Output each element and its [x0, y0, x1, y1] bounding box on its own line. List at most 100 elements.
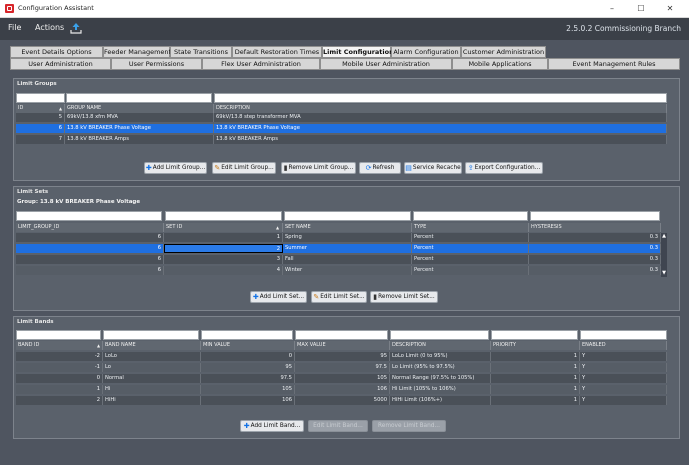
table-row[interactable]: 6 1 Spring Percent 0.3 [16, 233, 661, 242]
sort-asc-icon: ▲ [276, 225, 280, 230]
close-button[interactable]: ✕ [656, 0, 684, 17]
service-recache-button[interactable]: ▤Service Recache [404, 162, 462, 174]
col-enabled[interactable]: ENABLED [580, 341, 667, 350]
limit-sets-title: Limit Sets [17, 189, 49, 195]
filter-hysteresis[interactable] [530, 211, 660, 221]
scroll-up-icon[interactable]: ▲ [661, 233, 667, 239]
tab-state-transitions[interactable]: State Transitions [170, 46, 232, 58]
filter-type[interactable] [413, 211, 528, 221]
table-row[interactable]: -2 LoLo 0 95 LoLo Limit (0 to 95%) 1 Y [16, 352, 667, 361]
col-set-id[interactable]: SET ID [164, 223, 283, 232]
plus-icon: ✚ [243, 422, 250, 430]
filter-enabled[interactable] [580, 330, 667, 340]
col-set-name[interactable]: SET NAME [283, 223, 412, 232]
plus-icon: ✚ [252, 293, 259, 301]
table-row[interactable]: 2 HiHi 106 5000 HiHi Limit (106%+) 1 Y [16, 396, 667, 405]
col-id[interactable]: ID [16, 104, 65, 113]
add-limit-set-button[interactable]: ✚Add Limit Set... [250, 291, 307, 303]
tab-default-restoration-times[interactable]: Default Restoration Times [232, 46, 322, 58]
col-max-value[interactable]: MAX VALUE [295, 341, 390, 350]
table-row[interactable]: 6 3 Fall Percent 0.3 [16, 255, 661, 264]
tab-user-permissions[interactable]: User Permissions [111, 58, 202, 70]
table-row[interactable]: 6 13.8 kV BREAKER Phase Voltage 13.8 kV … [16, 124, 667, 133]
col-hysteresis[interactable]: HYSTERESIS [529, 223, 661, 232]
tab-mobile-user-administration[interactable]: Mobile User Administration [320, 58, 452, 70]
title-bar: Configuration Assistant – ☐ ✕ [0, 0, 689, 18]
table-row[interactable]: 7 13.8 kV BREAKER Amps 13.8 kV BREAKER A… [16, 135, 667, 144]
menu-file[interactable]: File [8, 23, 21, 32]
table-row[interactable]: 1 Hi 105 106 Hi Limit (105% to 106%) 1 Y [16, 385, 667, 394]
version-label: 2.5.0.2 Commissioning Branch [566, 24, 681, 33]
col-type[interactable]: TYPE [412, 223, 529, 232]
tab-mobile-applications[interactable]: Mobile Applications [452, 58, 548, 70]
scroll-down-icon[interactable]: ▼ [661, 270, 667, 276]
limit-groups-header: ID ▲ GROUP NAME DESCRIPTION [16, 104, 667, 113]
table-row[interactable]: 0 Normal 97.5 105 Normal Range (97.5% to… [16, 374, 667, 383]
pencil-icon: ✎ [214, 164, 221, 172]
vertical-scrollbar[interactable]: ▲ ▼ [661, 233, 667, 277]
menu-actions[interactable]: Actions [35, 23, 64, 32]
col-band-id[interactable]: BAND ID [16, 341, 103, 350]
minimize-button[interactable]: – [598, 0, 626, 17]
sort-asc-icon: ▲ [59, 106, 63, 111]
menu-bar: File Actions 2.5.0.2 Commissioning Branc… [0, 18, 689, 40]
maximize-button[interactable]: ☐ [627, 0, 655, 17]
trash-icon: ▮ [283, 164, 288, 172]
col-min-value[interactable]: MIN VALUE [201, 341, 295, 350]
add-limit-group-button[interactable]: ✚Add Limit Group... [144, 162, 207, 174]
server-icon: ▤ [405, 164, 412, 172]
col-priority[interactable]: PRIORITY [491, 341, 580, 350]
remove-limit-set-button[interactable]: ▮Remove Limit Set... [370, 291, 438, 303]
filter-id[interactable] [16, 93, 65, 103]
tab-customer-administration[interactable]: Customer Administration [461, 46, 546, 58]
trash-icon: ▮ [373, 293, 378, 301]
filter-group-name[interactable] [66, 93, 212, 103]
col-limit-group-id[interactable]: LIMIT_GROUP_ID [16, 223, 164, 232]
table-row[interactable]: 5 69kV/13.8 xfm MVA 69kV/13.8 step trans… [16, 113, 667, 122]
tab-event-details-options[interactable]: Event Details Options [10, 46, 103, 58]
tab-feeder-management[interactable]: Feeder Management [103, 46, 171, 58]
table-row[interactable]: -1 Lo 95 97.5 Lo Limit (95% to 97.5%) 1 … [16, 363, 667, 372]
filter-set-id[interactable] [165, 211, 282, 221]
limit-groups-title: Limit Groups [17, 81, 57, 87]
limit-sets-header: LIMIT_GROUP_ID SET ID ▲ SET NAME TYPE HY… [16, 223, 661, 232]
edit-limit-band-button[interactable]: Edit Limit Band... [308, 420, 368, 432]
col-band-name[interactable]: BAND NAME [103, 341, 201, 350]
remove-limit-band-button[interactable]: Remove Limit Band... [372, 420, 446, 432]
filter-priority[interactable] [491, 330, 578, 340]
edit-limit-group-button[interactable]: ✎Edit Limit Group... [212, 162, 276, 174]
limit-sets-group-label: Group: 13.8 kV BREAKER Phase Voltage [17, 199, 141, 205]
col-description[interactable]: DESCRIPTION [390, 341, 491, 350]
table-row[interactable]: 6 2 Summer Percent 0.3 [16, 244, 661, 253]
refresh-icon: ⟳ [365, 164, 372, 172]
add-limit-band-button[interactable]: ✚Add Limit Band... [240, 420, 304, 432]
col-group-name[interactable]: GROUP NAME [65, 104, 214, 113]
filter-description[interactable] [390, 330, 489, 340]
filter-band-name[interactable] [103, 330, 199, 340]
filter-limit-group-id[interactable] [16, 211, 162, 221]
export-configuration-button[interactable]: ⇪Export Configuration... [465, 162, 543, 174]
plus-icon: ✚ [145, 164, 152, 172]
upload-icon[interactable] [70, 22, 82, 34]
app-icon [5, 4, 14, 13]
tab-alarm-configuration[interactable]: Alarm Configuration [391, 46, 461, 58]
window-title: Configuration Assistant [18, 4, 94, 12]
filter-set-name[interactable] [284, 211, 411, 221]
export-icon: ⇪ [467, 164, 474, 172]
tab-flex-user-administration[interactable]: Flex User Administration [202, 58, 320, 70]
table-row[interactable]: 6 4 Winter Percent 0.3 [16, 266, 661, 275]
filter-band-id[interactable] [16, 330, 101, 340]
sort-asc-icon: ▲ [97, 343, 101, 348]
refresh-button[interactable]: ⟳Refresh [359, 162, 401, 174]
tab-event-management-rules[interactable]: Event Management Rules [548, 58, 680, 70]
tab-limit-configuration[interactable]: Limit Configuration [322, 46, 394, 58]
filter-min-value[interactable] [201, 330, 293, 340]
edit-limit-set-button[interactable]: ✎Edit Limit Set... [311, 291, 367, 303]
remove-limit-group-button[interactable]: ▮Remove Limit Group... [281, 162, 356, 174]
filter-max-value[interactable] [295, 330, 388, 340]
tab-user-administration[interactable]: User Administration [10, 58, 111, 70]
limit-bands-title: Limit Bands [17, 319, 54, 325]
filter-description[interactable] [214, 93, 667, 103]
col-description[interactable]: DESCRIPTION [214, 104, 667, 113]
limit-bands-header: BAND ID ▲ BAND NAME MIN VALUE MAX VALUE … [16, 341, 667, 350]
